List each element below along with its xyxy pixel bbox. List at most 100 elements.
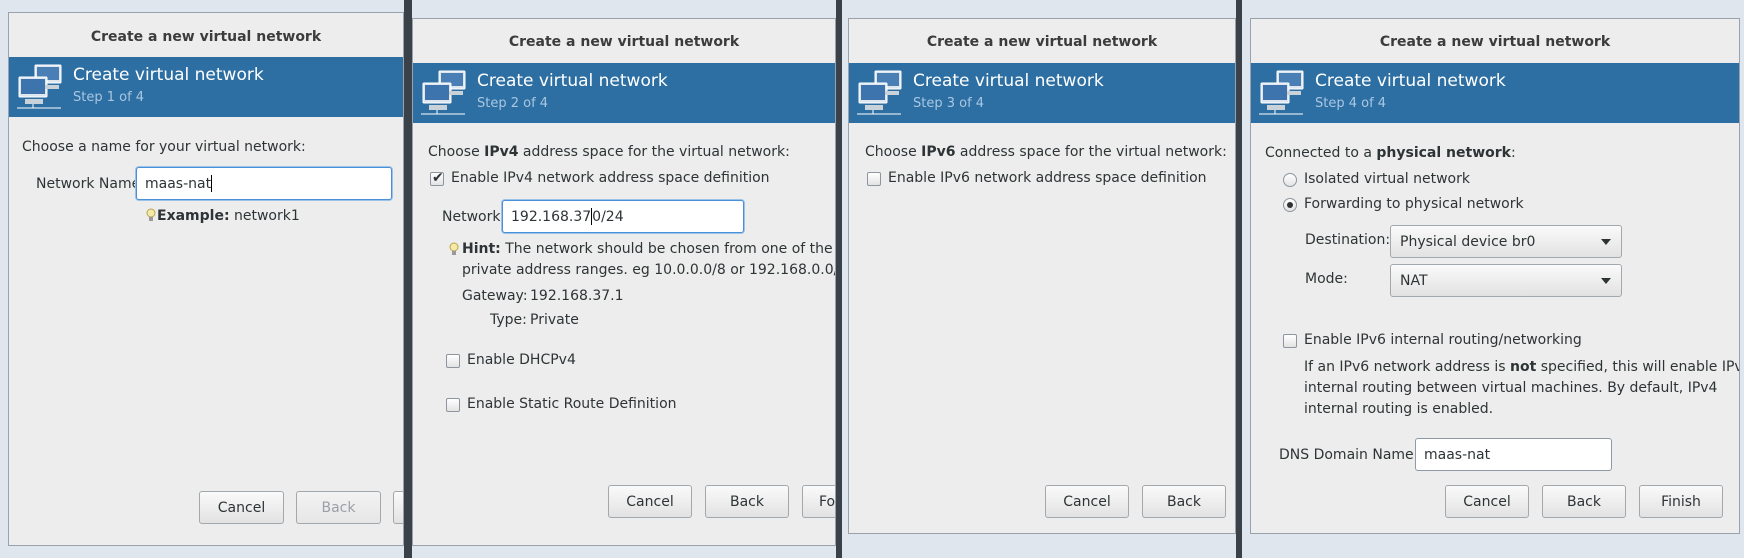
enable-ipv6-routing-checkbox[interactable] <box>1283 334 1297 348</box>
gateway-value: 192.168.37.1 <box>530 288 624 304</box>
connected-pre: Connected to a <box>1265 145 1377 161</box>
banner: Create virtual network Step 2 of 4 <box>413 63 835 123</box>
network-name-label: Network Name: <box>36 176 145 192</box>
destination-value: Physical device br0 <box>1400 233 1536 250</box>
network-computers-icon <box>857 70 902 115</box>
back-button[interactable]: Back <box>1142 485 1226 518</box>
step-indicator: Step 2 of 4 <box>477 96 549 111</box>
lightbulb-icon <box>146 208 156 221</box>
step3-dialog: Create a new virtual network Create virt… <box>848 18 1236 534</box>
network-label: Network: <box>442 209 506 225</box>
back-button[interactable]: Back <box>705 485 789 518</box>
enable-ipv6-checkbox[interactable] <box>867 172 881 186</box>
dialog-title: Create a new virtual network <box>90 29 322 45</box>
prompt-post: address space for the virtual network: <box>955 144 1227 160</box>
cancel-button[interactable]: Cancel <box>1045 485 1129 518</box>
dialog-title: Create a new virtual network <box>508 34 740 50</box>
cancel-button[interactable]: Cancel <box>199 491 284 524</box>
network-input[interactable]: 192.168.37 0/24 <box>502 200 744 233</box>
type-label: Type: <box>490 312 527 328</box>
banner: Create virtual network Step 3 of 4 <box>849 63 1235 123</box>
window-shadow <box>404 0 412 558</box>
step2-dialog: Create a new virtual network Create virt… <box>412 18 836 546</box>
ipv4-prompt: Choose IPv4 address space for the virtua… <box>428 144 790 160</box>
network-computers-icon <box>421 70 466 115</box>
cancel-button[interactable]: Cancel <box>608 485 692 518</box>
type-value: Private <box>530 312 579 328</box>
hint-line2: private address ranges. eg 10.0.0.0/8 or… <box>462 262 836 278</box>
window-shadow <box>1236 0 1242 558</box>
connected-label: Connected to a physical network: <box>1265 145 1516 161</box>
step-indicator: Step 1 of 4 <box>73 90 145 105</box>
back-button[interactable]: Back <box>1542 485 1626 518</box>
gateway-label: Gateway: <box>462 288 528 304</box>
enable-dhcpv4-label: Enable DHCPv4 <box>467 352 576 368</box>
chevron-down-icon <box>1601 239 1611 245</box>
hint-label: Hint: <box>462 241 501 257</box>
dns-domain-value: maas-nat <box>1424 446 1491 463</box>
forward-button[interactable] <box>393 491 403 524</box>
destination-label: Destination: <box>1305 232 1391 248</box>
routing-info-line1: If an IPv6 network address is not specif… <box>1304 359 1740 375</box>
step-indicator: Step 3 of 4 <box>913 96 985 111</box>
dns-domain-input[interactable]: maas-nat <box>1415 438 1612 471</box>
enable-static-route-label: Enable Static Route Definition <box>467 396 677 412</box>
connected-bold: physical network <box>1376 145 1511 161</box>
prompt-pre: Choose <box>865 144 922 160</box>
example-hint: Example: network1 <box>157 208 300 224</box>
prompt-post: address space for the virtual network: <box>518 144 790 160</box>
network-computers-icon <box>17 64 62 109</box>
info-pre: If an IPv6 network address is <box>1304 359 1511 375</box>
forwarding-radio[interactable] <box>1283 198 1297 212</box>
prompt-pre: Choose <box>428 144 485 160</box>
hint-line1: Hint: The network should be chosen from … <box>462 241 836 257</box>
network-computers-icon <box>1259 70 1304 115</box>
enable-ipv4-checkbox[interactable] <box>430 170 444 186</box>
banner-title: Create virtual network <box>913 71 1104 91</box>
cancel-button[interactable]: Cancel <box>1445 485 1529 518</box>
step-indicator: Step 4 of 4 <box>1315 96 1387 111</box>
banner-title: Create virtual network <box>73 65 264 85</box>
banner-title: Create virtual network <box>1315 71 1506 91</box>
step4-dialog: Create a new virtual network Create virt… <box>1250 18 1740 534</box>
connected-post: : <box>1510 145 1516 161</box>
mode-label: Mode: <box>1305 271 1348 287</box>
mode-value: NAT <box>1400 272 1428 289</box>
hint-text1: The network should be chosen from one of… <box>505 241 836 257</box>
dns-domain-label: DNS Domain Name: <box>1279 447 1419 463</box>
example-label: Example: <box>157 208 230 224</box>
name-prompt: Choose a name for your virtual network: <box>22 139 306 155</box>
lightbulb-icon <box>449 242 459 255</box>
info-bold: not <box>1510 359 1537 375</box>
mode-select[interactable]: NAT <box>1390 264 1622 297</box>
isolated-label: Isolated virtual network <box>1304 171 1470 187</box>
banner: Create virtual network Step 4 of 4 <box>1251 63 1739 123</box>
routing-info-line2: internal routing between virtual machine… <box>1304 380 1718 396</box>
info-post: specified, this will enable IPv6 <box>1536 359 1740 375</box>
enable-ipv6-routing-label: Enable IPv6 internal routing/networking <box>1304 332 1582 348</box>
prompt-bold: IPv4 <box>484 144 519 160</box>
ipv6-prompt: Choose IPv6 address space for the virtua… <box>865 144 1227 160</box>
network-value-a: 192.168.37 <box>511 208 592 225</box>
network-name-value: maas-nat <box>145 175 212 192</box>
back-button[interactable]: Back <box>296 491 381 524</box>
dialog-title: Create a new virtual network <box>1379 34 1611 50</box>
window-shadow <box>836 0 842 558</box>
example-value: network1 <box>234 208 300 224</box>
chevron-down-icon <box>1601 278 1611 284</box>
enable-ipv4-label: Enable IPv4 network address space defini… <box>451 170 770 186</box>
destination-select[interactable]: Physical device br0 <box>1390 225 1622 258</box>
banner-title: Create virtual network <box>477 71 668 91</box>
network-name-input[interactable]: maas-nat <box>136 167 392 200</box>
enable-ipv6-label: Enable IPv6 network address space defini… <box>888 170 1207 186</box>
forwarding-label: Forwarding to physical network <box>1304 196 1524 212</box>
isolated-radio[interactable] <box>1283 173 1297 187</box>
finish-button[interactable]: Finish <box>1639 485 1723 518</box>
dialog-title: Create a new virtual network <box>926 34 1158 50</box>
prompt-bold: IPv6 <box>921 144 956 160</box>
text-cursor <box>211 175 213 192</box>
enable-static-route-checkbox[interactable] <box>446 398 460 412</box>
enable-dhcpv4-checkbox[interactable] <box>446 354 460 368</box>
forward-button[interactable]: Fo <box>802 485 835 518</box>
routing-info-line3: internal routing is enabled. <box>1304 401 1494 417</box>
